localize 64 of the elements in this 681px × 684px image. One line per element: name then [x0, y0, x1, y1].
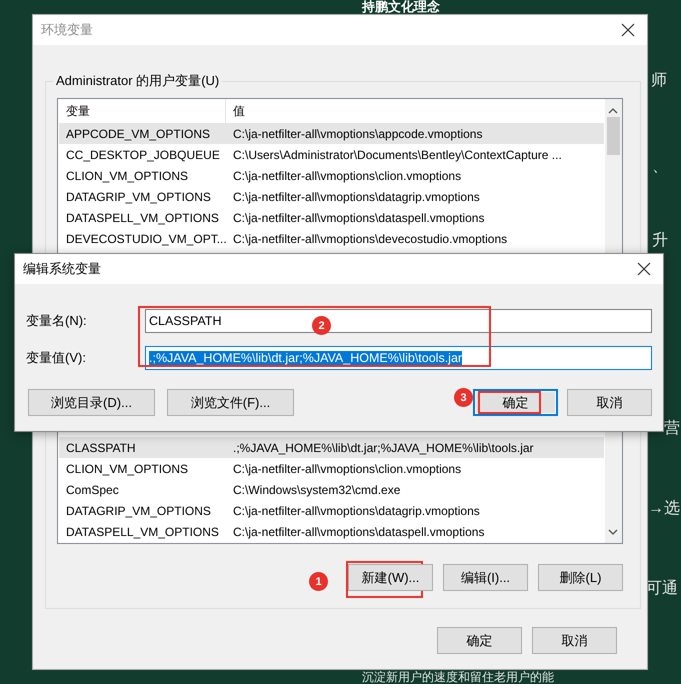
window-title: 环境变量 — [41, 21, 93, 39]
list-row[interactable]: DATASPELL_VM_OPTIONS C:\ja-netfilter-all\vmoptions\dataspell.vmoptions — [59, 207, 604, 228]
list-row[interactable]: CLION_VM_OPTIONS C:\ja-netfilter-all\vmoptions\clion.vmoptions — [59, 458, 604, 479]
dialog-button[interactable]: 确定 — [437, 627, 522, 654]
slide-text: 师 — [651, 72, 667, 90]
variable-value: C:\ja-netfilter-all\vmoptions\dataspell.vmoptions — [232, 210, 484, 224]
slide-text: 沉淀新用户的速度和留住老用户的能 — [362, 670, 554, 684]
dialog-button[interactable]: 新建(W)... — [348, 564, 433, 591]
list-row[interactable]: CLION_VM_OPTIONS C:\ja-netfilter-all\vmoptions\clion.vmoptions — [59, 165, 604, 186]
slide-text: →选 — [648, 500, 680, 518]
variable-value: C:\ja-netfilter-all\vmoptions\clion.vmoptions — [232, 462, 462, 476]
variable-name: CC_DESKTOP_JOBQUEUE — [65, 148, 221, 162]
variable-name: CLASSPATH — [65, 440, 137, 454]
variable-value: C:\ja-netfilter-all\vmoptions\clion.vmoptions — [232, 168, 462, 182]
variable-value: C:\ja-netfilter-all\vmoptions\dataspell.vmoptions — [232, 524, 484, 538]
slide-text: 可通 — [646, 580, 678, 598]
window-title: 编辑系统变量 — [23, 260, 101, 278]
slide-text: 升 — [652, 232, 668, 250]
field-label: 变量值(V): — [26, 349, 87, 367]
list-row[interactable]: CC_DESKTOP_JOBQUEUE C:\Users\Administrator\Documents\Bentley\ContextCapture ... — [59, 144, 604, 165]
list-row[interactable]: APPCODE_VM_OPTIONS C:\ja-netfilter-all\vmoptions\appcode.vmoptions — [59, 123, 604, 144]
list-row[interactable]: DEVECOSTUDIO_VM_OPT... C:\ja-netfilter-all\vmoptions\devecostudio.vmoptions — [59, 228, 604, 249]
variable-value: C:\Windows\system32\cmd.exe — [232, 482, 400, 496]
field-label: 变量名(N): — [26, 312, 88, 330]
variable-value: C:\ja-netfilter-all\vmoptions\datagrip.vmoptions — [232, 190, 480, 204]
scrollbar-thumb[interactable] — [607, 117, 620, 155]
scroll-up-icon[interactable] — [608, 107, 618, 114]
step-badge: 3 — [454, 388, 473, 407]
variable-name: DATAGRIP_VM_OPTIONS — [65, 190, 212, 204]
dialog-button[interactable]: 删除(L) — [538, 564, 623, 591]
dialog-button[interactable]: 取消 — [567, 389, 652, 416]
variable-value: .;%JAVA_HOME%\lib\dt.jar;%JAVA_HOME%\lib\tools.jar — [232, 440, 534, 454]
slide-text: 、 — [652, 158, 668, 176]
highlight-frame — [478, 391, 541, 414]
input-field[interactable]: .;%JAVA_HOME%\lib\dt.jar;%JAVA_HOME%\lib\tools.jar — [145, 346, 652, 370]
variable-name: DATASPELL_VM_OPTIONS — [65, 524, 220, 538]
variable-value: C:\ja-netfilter-all\vmoptions\appcode.vmoptions — [232, 126, 482, 140]
close-icon[interactable] — [637, 262, 651, 276]
variable-name: DATAGRIP_VM_OPTIONS — [65, 504, 212, 518]
variable-name: DEVECOSTUDIO_VM_OPT... — [65, 232, 226, 246]
variable-name: DATASPELL_VM_OPTIONS — [65, 210, 220, 224]
variable-name: CLION_VM_OPTIONS — [65, 168, 190, 182]
column-header[interactable]: 值 — [226, 99, 245, 123]
scroll-down-icon[interactable] — [608, 529, 618, 536]
group-label: Administrator 的用户变量(U) — [53, 72, 222, 90]
variable-value: C:\ja-netfilter-all\vmoptions\devecostudio.vmoptions — [232, 232, 508, 246]
variable-name: ComSpec — [65, 482, 120, 496]
dialog-button[interactable]: 浏览目录(D)... — [28, 389, 155, 416]
slide-title: 持鹏文化理念 — [362, 0, 440, 14]
step-badge: 1 — [309, 572, 328, 591]
variable-value: C:\ja-netfilter-all\vmoptions\datagrip.vmoptions — [232, 504, 480, 518]
dialog-button[interactable]: 浏览文件(F)... — [167, 389, 294, 416]
close-icon[interactable] — [621, 23, 635, 37]
variable-name: APPCODE_VM_OPTIONS — [65, 126, 212, 140]
slide-text: 营 — [664, 420, 680, 438]
dialog-button[interactable]: 编辑(I)... — [443, 564, 528, 591]
list-row[interactable]: CLASSPATH .;%JAVA_HOME%\lib\dt.jar;%JAVA_HOME%\lib\tools.jar — [59, 437, 604, 458]
dialog-button[interactable]: 取消 — [532, 627, 617, 654]
variable-value: C:\Users\Administrator\Documents\Bentley\ContextCapture ... — [232, 148, 562, 162]
list-row[interactable]: DATAGRIP_VM_OPTIONS C:\ja-netfilter-all\vmoptions\datagrip.vmoptions — [59, 500, 604, 521]
list-row[interactable]: ComSpec C:\Windows\system32\cmd.exe — [59, 479, 604, 500]
variable-name: CLION_VM_OPTIONS — [65, 462, 190, 476]
list-row[interactable]: DATAGRIP_VM_OPTIONS C:\ja-netfilter-all\vmoptions\datagrip.vmoptions — [59, 186, 604, 207]
list-row[interactable]: DATASPELL_VM_OPTIONS C:\ja-netfilter-all\vmoptions\dataspell.vmoptions — [59, 521, 604, 542]
